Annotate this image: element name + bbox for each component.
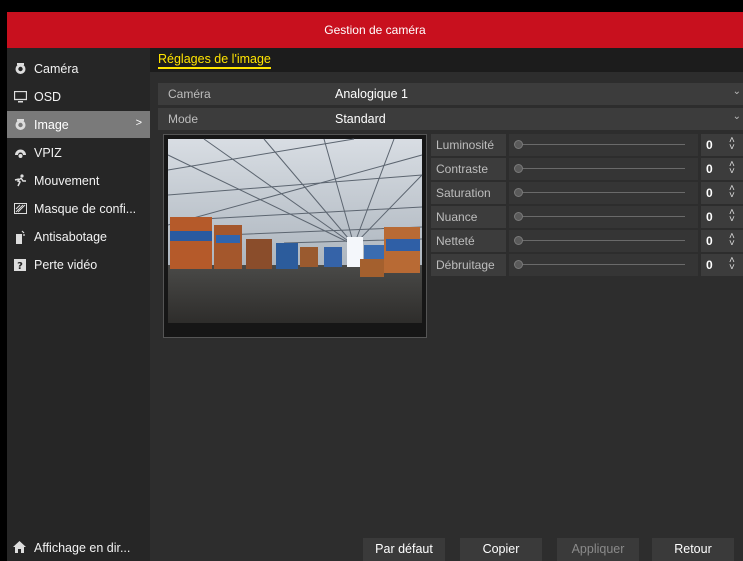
sidebar-item-label: OSD xyxy=(34,89,62,104)
window-title: Gestion de caméra xyxy=(7,12,743,48)
sidebar-item-osd[interactable]: OSD xyxy=(7,83,150,110)
hue-slider[interactable] xyxy=(509,206,698,228)
live-view-label: Affichage en dir... xyxy=(34,540,131,555)
sidebar-item-video-loss[interactable]: ? Perte vidéo xyxy=(7,251,150,278)
slider-handle[interactable] xyxy=(514,188,523,197)
contrast-control: Contraste 0 ˄ ˅ xyxy=(431,158,743,180)
privacy-mask-icon xyxy=(13,202,27,216)
sidebar-item-image[interactable]: Image > xyxy=(7,111,150,138)
sidebar-item-label: Masque de confi... xyxy=(34,201,137,216)
spin-arrows-icon[interactable]: ˄ ˅ xyxy=(729,160,735,177)
spin-arrows-icon[interactable]: ˄ ˅ xyxy=(729,256,735,273)
sharpness-control: Netteté 0 ˄ ˅ xyxy=(431,230,743,252)
saturation-slider[interactable] xyxy=(509,182,698,204)
brightness-control: Luminosité 0 ˄ ˅ xyxy=(431,134,743,156)
svg-text:?: ? xyxy=(17,261,23,271)
saturation-label: Saturation xyxy=(431,182,506,204)
camera-select-label: Caméra xyxy=(168,87,211,101)
spin-arrows-icon[interactable]: ˄ ˅ xyxy=(729,232,735,249)
spin-arrows-icon[interactable]: ˄ ˅ xyxy=(729,184,735,201)
sidebar: Caméra OSD Image > VPIZ Mouvement Masque… xyxy=(7,48,150,561)
copy-button[interactable]: Copier xyxy=(460,538,542,561)
spin-arrows-icon[interactable]: ˄ ˅ xyxy=(729,136,735,153)
brightness-stepper[interactable]: 0 ˄ ˅ xyxy=(701,134,743,156)
home-icon xyxy=(13,540,27,555)
chevron-down-icon: ⌄ xyxy=(732,111,741,122)
saturation-stepper[interactable]: 0 ˄ ˅ xyxy=(701,182,743,204)
contrast-stepper[interactable]: 0 ˄ ˅ xyxy=(701,158,743,180)
mode-select-label: Mode xyxy=(168,112,199,126)
contrast-label: Contraste xyxy=(431,158,506,180)
slider-handle[interactable] xyxy=(514,212,523,221)
camera-select[interactable]: Caméra Analogique 1 ⌄ xyxy=(158,83,743,105)
sidebar-item-label: Image xyxy=(34,117,69,132)
brightness-label: Luminosité xyxy=(431,134,506,156)
sharpness-slider[interactable] xyxy=(509,230,698,252)
chevron-right-icon: > xyxy=(135,117,142,129)
hue-label: Nuance xyxy=(431,206,506,228)
denoise-label: Débruitage xyxy=(431,254,506,276)
hue-stepper[interactable]: 0 ˄ ˅ xyxy=(701,206,743,228)
tab-bar: Réglages de l'image xyxy=(150,48,743,72)
chevron-down-icon: ⌄ xyxy=(732,86,741,97)
sidebar-item-motion[interactable]: Mouvement xyxy=(7,167,150,194)
video-loss-icon: ? xyxy=(13,258,27,272)
sidebar-item-tamper[interactable]: Antisabotage xyxy=(7,223,150,250)
main-panel: Réglages de l'image Caméra Analogique 1 … xyxy=(150,48,743,561)
mode-select[interactable]: Mode Standard ⌄ xyxy=(158,108,743,130)
back-button[interactable]: Retour xyxy=(652,538,734,561)
slider-handle[interactable] xyxy=(514,140,523,149)
camera-preview xyxy=(163,134,427,338)
sidebar-item-label: Perte vidéo xyxy=(34,257,98,272)
tab-image-settings[interactable]: Réglages de l'image xyxy=(158,52,271,69)
sidebar-item-label: Mouvement xyxy=(34,173,100,188)
image-icon xyxy=(13,118,27,132)
contrast-slider[interactable] xyxy=(509,158,698,180)
slider-handle[interactable] xyxy=(514,164,523,173)
sharpness-stepper[interactable]: 0 ˄ ˅ xyxy=(701,230,743,252)
hue-control: Nuance 0 ˄ ˅ xyxy=(431,206,743,228)
ptz-icon xyxy=(13,146,27,160)
default-button[interactable]: Par défaut xyxy=(363,538,445,561)
motion-icon xyxy=(13,174,27,188)
sidebar-item-label: VPIZ xyxy=(34,145,62,160)
sidebar-item-label: Antisabotage xyxy=(34,229,107,244)
tamper-icon xyxy=(13,230,27,244)
live-view-button[interactable]: Affichage en dir... xyxy=(7,534,150,561)
slider-handle[interactable] xyxy=(514,260,523,269)
sidebar-item-label: Caméra xyxy=(34,61,79,76)
brightness-slider[interactable] xyxy=(509,134,698,156)
warehouse-image xyxy=(164,135,426,337)
saturation-control: Saturation 0 ˄ ˅ xyxy=(431,182,743,204)
denoise-control: Débruitage 0 ˄ ˅ xyxy=(431,254,743,276)
sharpness-label: Netteté xyxy=(431,230,506,252)
camera-icon xyxy=(13,62,27,76)
denoise-stepper[interactable]: 0 ˄ ˅ xyxy=(701,254,743,276)
monitor-icon xyxy=(13,90,27,104)
spin-arrows-icon[interactable]: ˄ ˅ xyxy=(729,208,735,225)
mode-select-value: Standard xyxy=(335,112,386,126)
camera-select-value: Analogique 1 xyxy=(335,87,408,101)
slider-handle[interactable] xyxy=(514,236,523,245)
sidebar-item-camera[interactable]: Caméra xyxy=(7,55,150,82)
sidebar-item-vpiz[interactable]: VPIZ xyxy=(7,139,150,166)
apply-button[interactable]: Appliquer xyxy=(557,538,639,561)
sidebar-item-privacy-mask[interactable]: Masque de confi... xyxy=(7,195,150,222)
denoise-slider[interactable] xyxy=(509,254,698,276)
